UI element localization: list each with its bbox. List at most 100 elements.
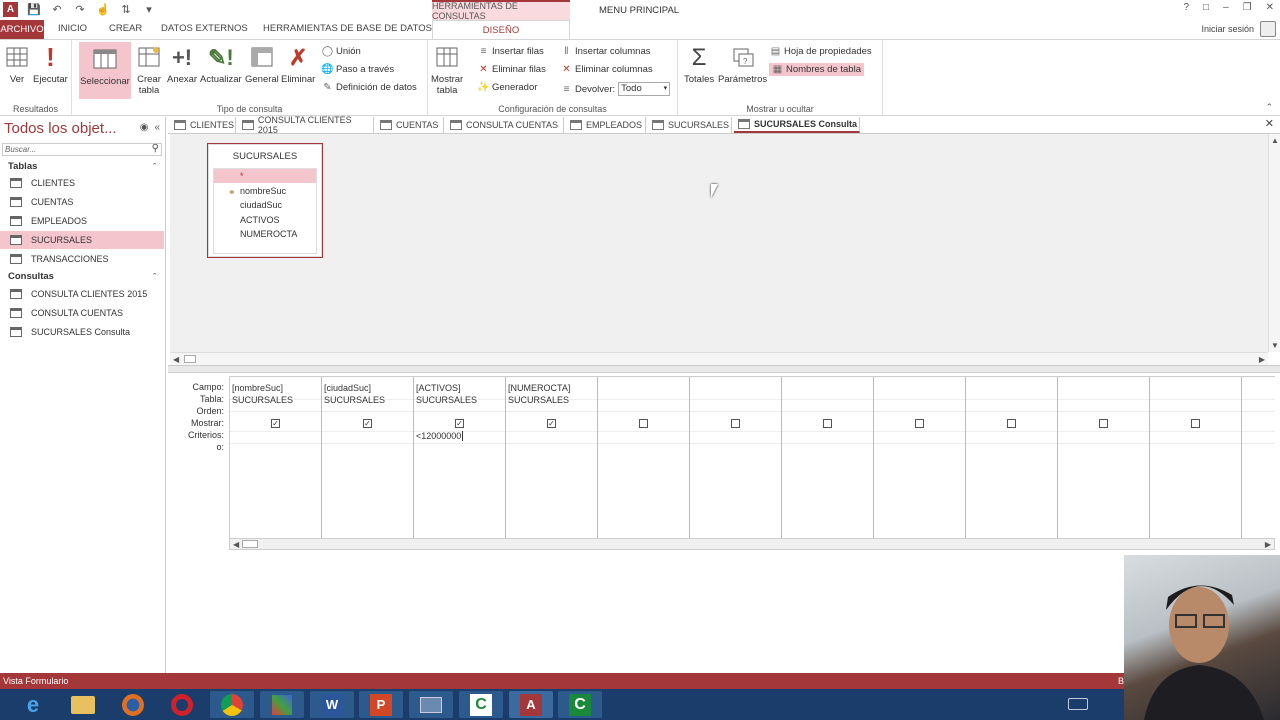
crear-tabla-button[interactable]: Crear tabla xyxy=(136,42,162,96)
minimize-icon[interactable]: – xyxy=(1223,2,1229,13)
grid-column-empty[interactable] xyxy=(966,377,1058,539)
tab-inicio[interactable]: INICIO xyxy=(58,23,87,34)
camtasia-recorder-icon[interactable]: C xyxy=(558,691,602,718)
definicion-datos-button[interactable]: ✎ Definición de datos xyxy=(322,82,417,93)
cell-campo[interactable]: [NUMEROCTA] xyxy=(508,383,570,393)
show-checkbox[interactable]: ✓ xyxy=(271,419,280,428)
show-checkbox[interactable]: ✓ xyxy=(455,419,464,428)
upper-vertical-scrollbar[interactable]: ▲ ▼ xyxy=(1268,134,1280,352)
field-nombresuc[interactable]: ⚭ nombreSuc xyxy=(214,184,316,198)
scroll-left-icon[interactable]: ◀ xyxy=(233,540,239,549)
powerpoint-icon[interactable]: P xyxy=(359,691,403,718)
user-avatar-icon[interactable] xyxy=(1260,21,1276,37)
network-icon[interactable] xyxy=(409,691,453,718)
ribbon-display-icon[interactable]: □ xyxy=(1203,2,1209,13)
tab-datos-externos[interactable]: DATOS EXTERNOS xyxy=(161,23,248,34)
doc-tab-consulta-clientes-2015[interactable]: CONSULTA CLIENTES 2015 xyxy=(238,115,374,135)
cell-tabla[interactable]: SUCURSALES xyxy=(324,395,385,405)
nav-collapse-icon[interactable]: « xyxy=(154,122,160,133)
cell-tabla[interactable]: SUCURSALES xyxy=(232,395,293,405)
grid-column-empty[interactable] xyxy=(1058,377,1150,539)
doc-tab-sucursales-consulta[interactable]: SUCURSALES Consulta xyxy=(734,117,860,133)
grid-column-empty[interactable] xyxy=(598,377,690,539)
nav-group-consultas[interactable]: Consultas ˆ xyxy=(0,269,164,285)
close-icon[interactable]: ✕ xyxy=(1266,2,1274,13)
tab-crear[interactable]: CREAR xyxy=(109,23,142,34)
nav-item-sucursales-consulta[interactable]: SUCURSALES Consulta xyxy=(0,323,164,341)
scroll-down-icon[interactable]: ▼ xyxy=(1271,341,1279,350)
nav-menu-icon[interactable]: ◉ xyxy=(140,122,149,133)
sort-icon[interactable]: ⇅ xyxy=(119,3,133,17)
help-icon[interactable]: ? xyxy=(1183,2,1189,13)
nombres-tabla-button[interactable]: ▦ Nombres de tabla xyxy=(769,63,864,76)
parametros-button[interactable]: ? Parámetros xyxy=(718,42,767,85)
upper-horizontal-scrollbar[interactable]: ◀ ▶ xyxy=(170,352,1268,365)
eliminar-filas-button[interactable]: ✕ Eliminar filas xyxy=(478,64,546,75)
field-numerocta[interactable]: NUMEROCTA xyxy=(214,227,316,241)
nav-item-consulta-cuentas[interactable]: CONSULTA CUENTAS xyxy=(0,304,164,322)
generador-button[interactable]: ✨ Generador xyxy=(477,82,537,93)
show-checkbox[interactable]: ✓ xyxy=(363,419,372,428)
ver-button[interactable]: Ver xyxy=(4,42,30,85)
customize-qat-icon[interactable]: ▾ xyxy=(142,3,156,17)
doc-tab-sucursales[interactable]: SUCURSALES xyxy=(648,117,732,133)
tab-herramientas-bd[interactable]: HERRAMIENTAS DE BASE DE DATOS xyxy=(263,23,432,34)
scroll-up-icon[interactable]: ▲ xyxy=(1271,136,1279,145)
file-explorer-icon[interactable] xyxy=(61,691,105,718)
cell-criterios[interactable]: <12000000 xyxy=(416,431,464,441)
field-all[interactable]: * xyxy=(214,169,316,183)
nav-title[interactable]: Todos los objet... xyxy=(4,120,117,137)
show-checkbox[interactable] xyxy=(1007,419,1016,428)
doc-tab-clientes[interactable]: CLIENTES xyxy=(170,117,236,133)
anexar-button[interactable]: +! Anexar xyxy=(167,42,197,85)
close-document-icon[interactable]: ✕ xyxy=(1265,117,1274,130)
show-checkbox[interactable] xyxy=(1191,419,1200,428)
grid-column-2[interactable]: [ciudadSuc] SUCURSALES ✓ xyxy=(322,377,414,539)
nav-item-consulta-clientes-2015[interactable]: CONSULTA CLIENTES 2015 xyxy=(0,285,164,303)
query-table-area[interactable] xyxy=(170,134,1268,352)
insertar-columnas-button[interactable]: ‖ Insertar columnas xyxy=(561,46,650,57)
access-icon[interactable]: A xyxy=(509,691,553,718)
doc-tab-empleados[interactable]: EMPLEADOS xyxy=(566,117,646,133)
cell-campo[interactable]: [ciudadSuc] xyxy=(324,383,371,393)
nav-item-sucursales[interactable]: SUCURSALES xyxy=(0,231,164,249)
keyboard-icon[interactable] xyxy=(1068,698,1088,710)
field-ciudadsuc[interactable]: ciudadSuc xyxy=(214,198,316,212)
field-activos[interactable]: ACTIVOS xyxy=(214,213,316,227)
table-field-list-sucursales[interactable]: SUCURSALES * ⚭ nombreSuc ciudadSuc ACTIVO… xyxy=(207,143,323,258)
cell-campo[interactable]: [nombreSuc] xyxy=(232,383,283,393)
grid-column-1[interactable]: [nombreSuc] SUCURSALES ✓ xyxy=(230,377,322,539)
nav-item-cuentas[interactable]: CUENTAS xyxy=(0,193,164,211)
devolver-dropdown[interactable]: Todo ▾ xyxy=(618,82,671,96)
chrome-icon[interactable] xyxy=(210,691,254,718)
save-icon[interactable]: 💾 xyxy=(27,3,41,17)
doc-tab-cuentas[interactable]: CUENTAS xyxy=(376,117,444,133)
grid-column-3[interactable]: [ACTIVOS] SUCURSALES ✓ <12000000 xyxy=(414,377,506,539)
redo-icon[interactable]: ↷ xyxy=(73,3,87,17)
scroll-right-icon[interactable]: ▶ xyxy=(1265,540,1271,549)
mostrar-tabla-button[interactable]: Mostrar tabla xyxy=(431,42,463,96)
word-icon[interactable]: W xyxy=(310,691,354,718)
grid-column-empty[interactable] xyxy=(874,377,966,539)
union-button[interactable]: ◯ Unión xyxy=(322,46,361,57)
grid-column-empty[interactable] xyxy=(690,377,782,539)
grid-column-empty[interactable] xyxy=(1150,377,1242,539)
insertar-filas-button[interactable]: ≡ Insertar filas xyxy=(478,46,544,57)
sign-in-link[interactable]: Iniciar sesión xyxy=(1201,24,1254,34)
doc-tab-consulta-cuentas[interactable]: CONSULTA CUENTAS xyxy=(446,117,564,133)
scroll-thumb[interactable] xyxy=(184,355,196,363)
touch-mode-icon[interactable]: ☝ xyxy=(96,3,110,17)
scroll-left-icon[interactable]: ◀ xyxy=(173,355,179,364)
grid-column-empty[interactable] xyxy=(782,377,874,539)
nav-item-transacciones[interactable]: TRANSACCIONES xyxy=(0,250,164,268)
ie-icon[interactable]: e xyxy=(11,691,55,718)
cell-tabla[interactable]: SUCURSALES xyxy=(508,395,569,405)
show-checkbox[interactable] xyxy=(915,419,924,428)
cell-tabla[interactable]: SUCURSALES xyxy=(416,395,477,405)
camtasia-icon[interactable]: C xyxy=(459,691,503,718)
pane-splitter[interactable] xyxy=(168,365,1280,373)
ejecutar-button[interactable]: ! Ejecutar xyxy=(33,42,68,86)
eliminar-button[interactable]: ✗ Eliminar xyxy=(281,42,315,85)
paint-icon[interactable] xyxy=(260,691,304,718)
restore-icon[interactable]: ❐ xyxy=(1243,2,1252,13)
